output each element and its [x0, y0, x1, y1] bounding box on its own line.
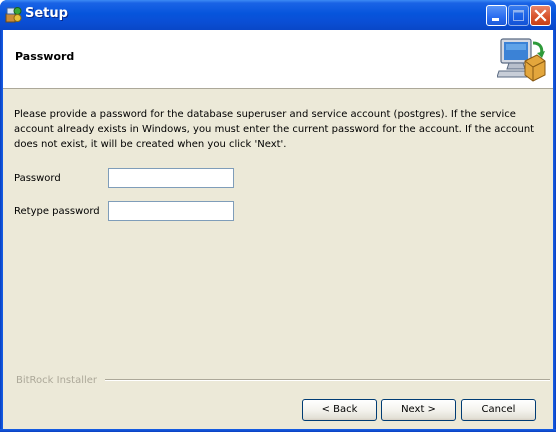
close-icon — [534, 9, 547, 22]
back-button[interactable]: < Back — [302, 399, 377, 421]
minimize-button[interactable] — [486, 5, 507, 26]
installer-brand: BitRock Installer — [16, 375, 98, 386]
description-text: Please provide a password for the databa… — [14, 109, 535, 150]
title-bar[interactable]: Setup — [0, 0, 556, 30]
dialog-body: Password Please provide a password for t… — [3, 30, 553, 429]
password-label: Password — [14, 173, 61, 184]
password-input[interactable] — [108, 168, 234, 188]
computer-package-icon — [497, 38, 546, 82]
page-header: Password — [3, 30, 553, 89]
retype-password-label: Retype password — [14, 206, 100, 217]
close-button[interactable] — [530, 5, 551, 26]
footer-divider — [105, 379, 550, 381]
maximize-button[interactable] — [508, 5, 529, 26]
cancel-button[interactable]: Cancel — [461, 399, 536, 421]
maximize-icon — [513, 10, 524, 21]
minimize-icon — [492, 18, 499, 21]
setup-app-icon — [5, 7, 22, 23]
next-button[interactable]: Next > — [381, 399, 456, 421]
retype-password-input[interactable] — [108, 201, 234, 221]
setup-window: Setup Password Please provide a password… — [0, 0, 556, 432]
window-title: Setup — [25, 6, 68, 21]
page-title: Password — [15, 50, 75, 63]
